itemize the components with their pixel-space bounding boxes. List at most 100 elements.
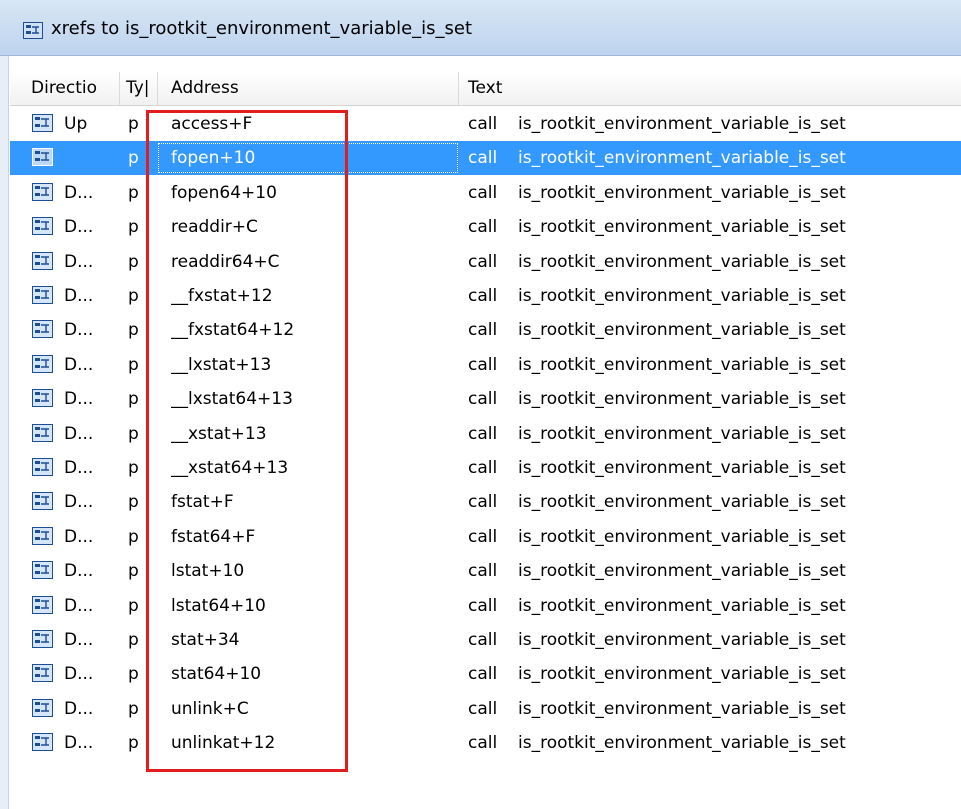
cell-direction: D... xyxy=(64,458,94,478)
table-row[interactable]: D... p readdir64+C call is_rootkit_environme… xyxy=(10,245,961,279)
xrefs-list[interactable]: Directio Ty| Address Text Up p access+F cal… xyxy=(10,56,961,809)
table-row[interactable]: D... p __fxstat64+12 call is_rootkit_environ… xyxy=(10,313,961,347)
xref-row-icon xyxy=(32,320,53,339)
cell-instruction: call xyxy=(468,458,498,478)
cell-type: p xyxy=(128,251,139,272)
cell-instruction: call xyxy=(468,217,498,238)
table-row[interactable]: D... p lstat+10 call is_rootkit_environment_… xyxy=(10,554,961,588)
cell-type: p xyxy=(128,664,139,685)
xref-row-icon xyxy=(32,251,53,270)
cell-address: readdir64+C xyxy=(171,251,280,272)
column-header-type[interactable]: Ty| xyxy=(120,72,158,105)
cell-address: unlinkat+12 xyxy=(171,733,276,754)
xref-row-icon xyxy=(32,217,53,236)
cell-target: is_rootkit_environment_variable_is_set xyxy=(518,492,846,513)
table-row[interactable]: D... p lstat64+10 call is_rootkit_environmen… xyxy=(10,589,961,623)
cell-direction: D... xyxy=(64,182,94,203)
xref-row-icon xyxy=(32,526,53,545)
cell-direction: D... xyxy=(64,733,94,754)
table-row[interactable]: D... p fstat+F call is_rootkit_environment_v… xyxy=(10,485,961,519)
cell-type: p xyxy=(128,423,139,444)
cell-address: __lxstat+13 xyxy=(171,354,272,375)
cell-instruction: call xyxy=(468,526,498,547)
table-row[interactable]: Up p access+F call is_rootkit_environment_va… xyxy=(10,107,961,141)
column-header-direction[interactable]: Directio xyxy=(10,72,120,105)
table-row[interactable]: D... p __fxstat+12 call is_rootkit_environme… xyxy=(10,279,961,313)
cell-instruction: call xyxy=(468,492,498,513)
cell-type: p xyxy=(128,114,139,134)
cell-instruction: call xyxy=(468,389,498,410)
cell-type: p xyxy=(128,526,139,547)
table-row[interactable]: D... p stat64+10 call is_rootkit_environment… xyxy=(10,657,961,691)
cell-address: fstat64+F xyxy=(171,526,256,547)
cell-direction: D... xyxy=(64,492,94,513)
cell-address: stat64+10 xyxy=(171,664,262,685)
table-row[interactable]: D... p __xstat64+13 call is_rootkit_environm… xyxy=(10,451,961,485)
cell-address: __xstat64+13 xyxy=(171,458,289,478)
cell-type: p xyxy=(128,698,139,719)
window-titlebar[interactable]: xrefs to is_rootkit_environment_variable… xyxy=(0,0,961,56)
table-row[interactable]: D... p stat+34 call is_rootkit_environment_v… xyxy=(10,623,961,657)
cell-address: lstat64+10 xyxy=(171,595,266,616)
xref-row-icon xyxy=(32,698,53,717)
cell-type: p xyxy=(128,733,139,754)
cell-address: fopen+10 xyxy=(171,148,256,169)
table-row[interactable]: D... p unlink+C call is_rootkit_environment_… xyxy=(10,692,961,726)
xref-row-icon xyxy=(32,182,53,201)
table-row[interactable]: D... p readdir+C call is_rootkit_environment… xyxy=(10,210,961,244)
cell-address: access+F xyxy=(171,114,253,134)
xref-row-icon xyxy=(32,148,53,167)
xref-row-icon xyxy=(32,733,53,752)
cell-address: __lxstat64+13 xyxy=(171,389,293,410)
table-row[interactable]: D... p __lxstat64+13 call is_rootkit_environ… xyxy=(10,382,961,416)
cell-instruction: call xyxy=(468,595,498,616)
cell-address: __xstat+13 xyxy=(171,423,267,444)
xref-row-icon xyxy=(32,458,53,476)
cell-instruction: call xyxy=(468,114,498,134)
cell-type: p xyxy=(128,561,139,582)
cell-target: is_rootkit_environment_variable_is_set xyxy=(518,114,846,134)
cell-direction: D... xyxy=(64,354,94,375)
cell-target: is_rootkit_environment_variable_is_set xyxy=(518,561,846,582)
cell-target: is_rootkit_environment_variable_is_set xyxy=(518,458,846,478)
cell-direction: D... xyxy=(64,664,94,685)
cell-type: p xyxy=(128,354,139,375)
xref-row-icon xyxy=(32,630,53,648)
cell-direction: D... xyxy=(64,389,94,410)
column-header-text[interactable]: Text xyxy=(459,72,961,105)
cell-direction: D... xyxy=(64,698,94,719)
cell-type: p xyxy=(128,182,139,203)
window-left-frame xyxy=(0,56,9,809)
cell-target: is_rootkit_environment_variable_is_set xyxy=(518,595,846,616)
cell-instruction: call xyxy=(468,423,498,444)
cell-target: is_rootkit_environment_variable_is_set xyxy=(518,698,846,719)
cell-target: is_rootkit_environment_variable_is_set xyxy=(518,389,846,410)
cell-instruction: call xyxy=(468,664,498,685)
table-row[interactable]: D... p fopen64+10 call is_rootkit_environmen… xyxy=(10,176,961,210)
cell-address: stat+34 xyxy=(171,630,240,650)
table-row[interactable]: D... p fstat64+F call is_rootkit_environment… xyxy=(10,520,961,554)
cell-instruction: call xyxy=(468,286,498,306)
table-row[interactable]: D... p unlinkat+12 call is_rootkit_environme… xyxy=(10,726,961,760)
table-row[interactable]: p fopen+10 call is_rootkit_environment_vari… xyxy=(10,141,961,176)
cell-direction: D... xyxy=(64,251,94,272)
cell-instruction: call xyxy=(468,148,498,169)
cell-instruction: call xyxy=(468,182,498,203)
xref-row-icon xyxy=(32,561,53,580)
table-row[interactable]: D... p __xstat+13 call is_rootkit_environmen… xyxy=(10,417,961,451)
xref-row-icon xyxy=(32,423,53,442)
xref-window-icon xyxy=(23,22,43,39)
cell-target: is_rootkit_environment_variable_is_set xyxy=(518,526,846,547)
cell-instruction: call xyxy=(468,320,498,341)
cell-type: p xyxy=(128,389,139,410)
cell-target: is_rootkit_environment_variable_is_set xyxy=(518,423,846,444)
cell-direction: D... xyxy=(64,561,94,582)
xref-row-icon xyxy=(32,286,53,304)
cell-direction xyxy=(64,141,120,175)
cell-address: __fxstat+12 xyxy=(171,286,273,306)
list-header: Directio Ty| Address Text xyxy=(10,72,961,106)
cell-type: p xyxy=(128,148,139,169)
column-header-address[interactable]: Address xyxy=(158,72,459,105)
cell-instruction: call xyxy=(468,733,498,754)
table-row[interactable]: D... p __lxstat+13 call is_rootkit_environme… xyxy=(10,348,961,382)
